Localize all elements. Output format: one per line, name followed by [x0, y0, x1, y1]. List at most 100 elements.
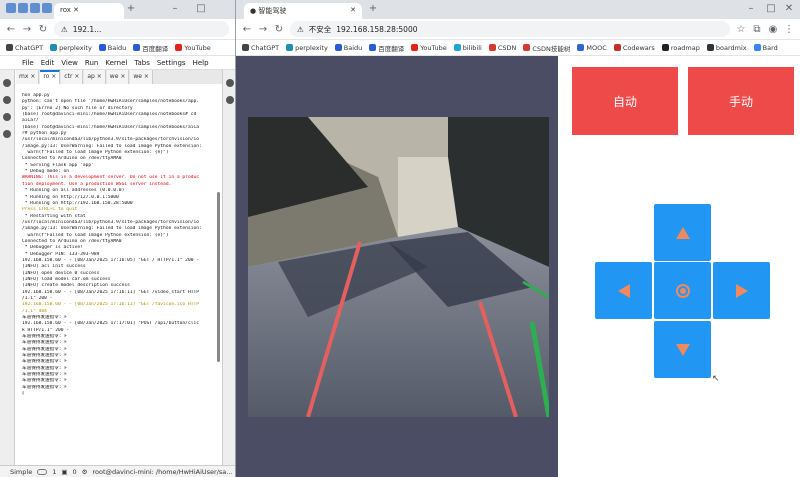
new-tab-icon[interactable]: + — [126, 3, 136, 14]
new-tab-icon[interactable]: + — [368, 3, 378, 14]
bookmark-label: YouTube — [420, 43, 447, 52]
reload-icon[interactable]: ↻ — [38, 24, 48, 35]
bookmark-label: CSDN — [497, 43, 517, 52]
url-text: 192.168.158.28:5000 — [336, 24, 418, 34]
menu-item[interactable]: File — [22, 59, 34, 67]
forward-button[interactable] — [654, 204, 711, 261]
extensions-icon[interactable]: ⧉ — [752, 24, 762, 35]
bookmark-label: ChatGPT — [15, 43, 44, 52]
jupyter-tab[interactable]: ro × — [40, 70, 61, 84]
bookmark-item[interactable]: perplexity — [50, 44, 92, 52]
tab-favicon[interactable] — [6, 3, 16, 13]
bookmark-item[interactable]: Baidu — [334, 44, 362, 52]
right-bookmarks-bar: ChatGPT perplexity Baidu 百度翻译 YouTube bilibil… — [236, 40, 800, 56]
bookmark-label: 百度翻译 — [378, 44, 405, 53]
bookmark-item[interactable]: bilibili — [453, 44, 482, 52]
reload-icon[interactable]: ↻ — [274, 24, 284, 35]
bookmark-item[interactable]: ChatGPT — [6, 44, 43, 52]
back-icon[interactable]: ← — [6, 24, 16, 35]
bookmark-item[interactable]: YouTube — [411, 43, 447, 52]
bookmark-item[interactable]: CSDN — [488, 43, 517, 52]
bookmark-label: Codewars — [622, 43, 655, 52]
tab-favicon[interactable] — [42, 3, 52, 13]
bookmark-item[interactable]: ChatGPT — [242, 44, 279, 52]
menu-item[interactable]: Edit — [41, 59, 55, 67]
bookmark-icon — [286, 44, 294, 51]
bookmark-item[interactable]: boardmix — [706, 44, 747, 52]
star-icon[interactable]: ☆ — [736, 24, 746, 35]
bookmark-item[interactable]: Baidu — [98, 44, 126, 52]
camera-feed — [248, 117, 549, 417]
page-favicon: ● — [250, 7, 257, 15]
menu-item[interactable]: Run — [85, 59, 98, 67]
left-browser-window: rox ✕ + – □ ← → ↻ ⚠ 192.1... ChatGPT perp… — [0, 0, 236, 477]
jupyter-tab-label: ctr — [64, 73, 73, 80]
profile-icon[interactable]: ◉ — [768, 24, 778, 35]
bookmark-label: perplexity — [295, 43, 328, 52]
jupyter-tab[interactable]: mx × — [16, 70, 40, 84]
menu-item[interactable]: View — [61, 59, 78, 67]
bookmark-icon — [453, 44, 461, 51]
manual-mode-button[interactable]: 手动 — [688, 67, 794, 135]
right-sidebar — [222, 70, 235, 465]
tab-active[interactable]: rox ✕ — [54, 3, 124, 19]
menu-icon[interactable]: ⋮ — [784, 24, 794, 35]
bookmark-item[interactable]: 百度翻译 — [133, 43, 168, 53]
bookmark-item[interactable]: roadmap — [661, 44, 700, 52]
auto-mode-button[interactable]: 自动 — [572, 67, 678, 135]
terminal-line: /usr/local/miniconda3/lib/python3.9/site… — [22, 137, 200, 143]
stop-button[interactable] — [654, 262, 711, 319]
forward-icon[interactable]: → — [258, 24, 268, 35]
bookmark-item[interactable]: Bard — [753, 44, 778, 52]
jupyter-tab[interactable]: we × — [106, 70, 130, 84]
video-panel — [236, 56, 558, 477]
menu-item[interactable]: Kernel — [105, 59, 127, 67]
jupyter-tab[interactable]: ctr × — [61, 70, 84, 84]
gear-icon[interactable] — [225, 79, 234, 87]
tab-active[interactable]: ● 智能驾驶 ✕ — [244, 3, 362, 19]
bookmark-item[interactable]: perplexity — [286, 44, 328, 52]
simple-mode-toggle[interactable] — [37, 468, 48, 475]
backward-button[interactable] — [654, 321, 711, 378]
bookmark-item[interactable]: CSDN技能树 — [523, 43, 570, 53]
minimize-icon[interactable]: – — [170, 3, 180, 14]
menu-item[interactable]: Help — [193, 59, 209, 67]
terminal-output[interactable]: hon app.py python: can't open file '/home… — [22, 92, 222, 463]
bookmark-item[interactable]: MOOC — [577, 44, 607, 52]
minimize-icon[interactable]: – — [746, 3, 756, 14]
jupyter-tab-bar: mx × ro × ctr × ap × we × we × — [16, 70, 222, 84]
maximize-icon[interactable]: □ — [196, 3, 206, 14]
tab-favicon[interactable] — [18, 3, 28, 13]
bookmark-icon — [753, 44, 761, 51]
tab-favicon[interactable] — [30, 3, 40, 13]
right-button[interactable] — [713, 262, 770, 319]
folder-icon[interactable] — [3, 79, 11, 87]
jupyter-tab[interactable]: ap × — [84, 70, 106, 84]
bookmark-icon — [706, 44, 714, 51]
extension-icon[interactable] — [3, 130, 11, 138]
running-icon[interactable] — [3, 96, 11, 104]
url-field[interactable]: ⚠ 不安全 192.168.158.28:5000 — [290, 21, 730, 37]
toc-icon[interactable] — [3, 113, 11, 121]
bookmark-item[interactable]: 百度翻译 — [369, 43, 404, 53]
close-tab-icon[interactable]: ✕ — [350, 6, 356, 14]
debug-icon[interactable] — [225, 96, 234, 104]
terminal-scrollbar[interactable] — [216, 92, 220, 463]
scroll-thumb[interactable] — [217, 192, 220, 362]
jupyter-tab[interactable]: we × — [130, 70, 153, 84]
left-button[interactable] — [595, 262, 652, 319]
back-icon[interactable]: ← — [242, 24, 252, 35]
bookmark-icon — [98, 44, 106, 51]
jupyter-tab-label: we — [133, 73, 142, 80]
forward-icon[interactable]: → — [22, 24, 32, 35]
left-address-bar: ← → ↻ ⚠ 192.1... — [0, 19, 235, 40]
url-field[interactable]: ⚠ 192.1... — [54, 21, 229, 37]
maximize-icon[interactable]: □ — [766, 3, 776, 14]
url-text: 192.1... — [72, 24, 102, 34]
menu-item[interactable]: Tabs — [134, 59, 150, 67]
menu-item[interactable]: Settings — [157, 59, 186, 67]
close-window-icon[interactable]: ✕ — [784, 3, 794, 14]
bookmark-item[interactable]: Codewars — [613, 43, 655, 52]
jupyter-tab-label: we — [109, 73, 119, 80]
bookmark-item[interactable]: YouTube — [175, 44, 211, 52]
